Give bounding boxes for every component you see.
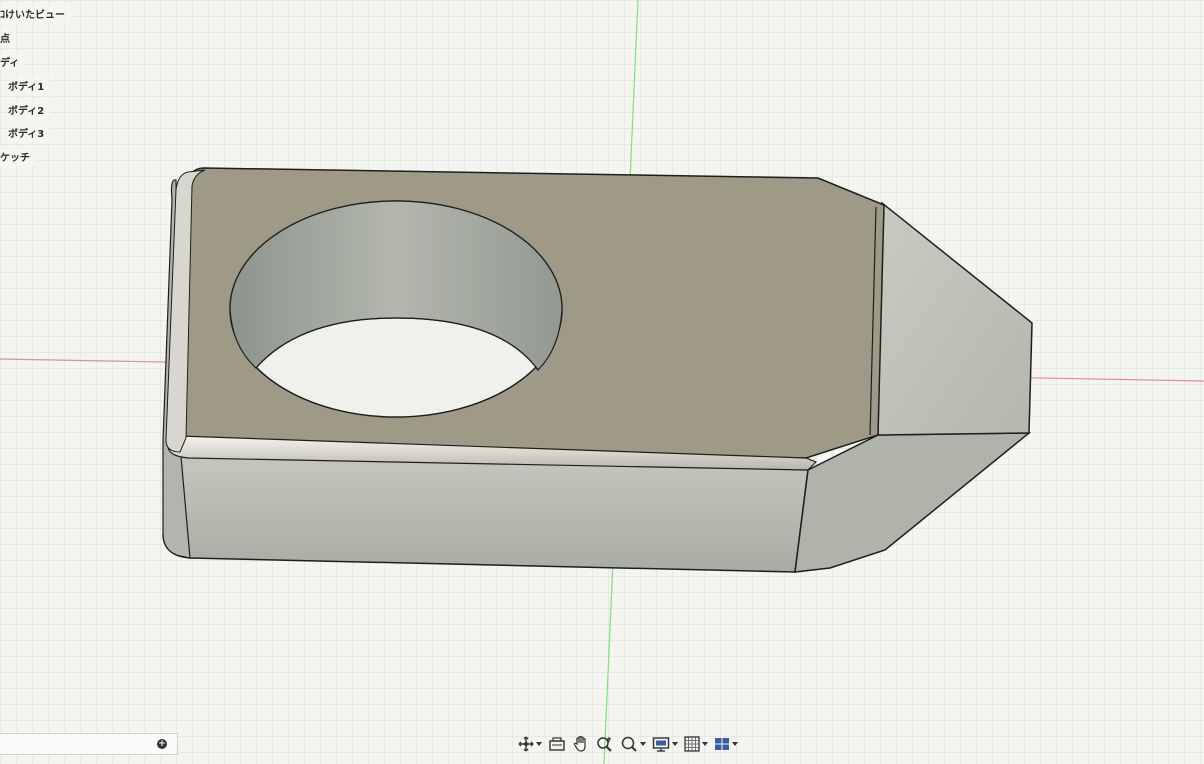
canvas-viewport[interactable] — [0, 0, 1204, 764]
chevron-down-icon — [672, 742, 678, 746]
browser-item-body3[interactable]: ボディ3 — [8, 122, 51, 142]
look-at-button[interactable] — [546, 733, 568, 755]
browser-item-bodies[interactable]: ディ — [0, 51, 26, 71]
chevron-down-icon — [702, 742, 708, 746]
grid-button[interactable] — [682, 733, 710, 755]
browser-item-sketches[interactable]: ケッチ — [0, 146, 36, 166]
plus-circle-icon[interactable]: + — [157, 739, 167, 749]
browser-item-label: ボディ3 — [8, 128, 45, 140]
orbit-icon — [518, 736, 534, 752]
viewports-button[interactable] — [712, 733, 740, 755]
browser-item-label: 点 — [0, 33, 10, 45]
browser-item-body1[interactable]: ボディ1 — [8, 75, 51, 95]
comments-bar[interactable]: + — [0, 733, 178, 755]
grid-icon — [684, 736, 700, 752]
navigation-toolbar — [516, 732, 740, 756]
browser-item-label: ディ — [0, 57, 20, 69]
browser-item-label: ボディ1 — [8, 81, 45, 93]
orbit-button[interactable] — [516, 733, 544, 755]
look-at-icon — [549, 737, 565, 751]
fit-zoom-icon — [621, 736, 637, 752]
display-settings-button[interactable] — [650, 733, 680, 755]
chevron-down-icon — [640, 742, 646, 746]
viewports-icon — [715, 738, 729, 750]
display-settings-icon — [652, 737, 670, 752]
fit-button[interactable] — [618, 733, 648, 755]
chevron-down-icon — [536, 742, 542, 746]
chevron-down-icon — [732, 742, 738, 746]
zoom-icon — [597, 737, 612, 752]
pan-hand-icon — [573, 735, 586, 752]
model-body[interactable] — [162, 167, 1033, 573]
browser-item-label: ｺけいたビュー — [0, 9, 65, 21]
browser-item-label: ボディ2 — [8, 105, 45, 117]
zoom-button[interactable] — [594, 733, 616, 755]
browser-item-named-views[interactable]: ｺけいたビュー — [0, 3, 71, 23]
pan-button[interactable] — [570, 733, 592, 755]
browser-item-label: ケッチ — [0, 152, 30, 164]
browser-item-body2[interactable]: ボディ2 — [8, 99, 51, 119]
browser-item-origin[interactable]: 点 — [0, 27, 16, 47]
